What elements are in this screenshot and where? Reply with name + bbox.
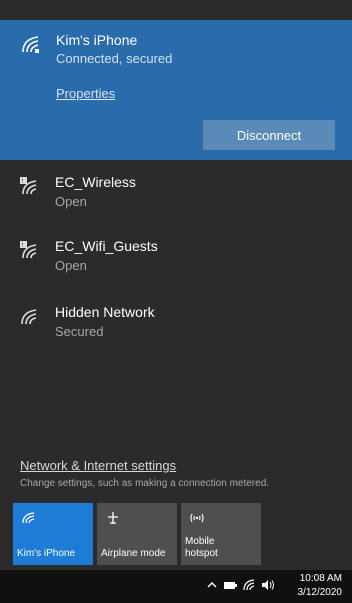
- battery-icon[interactable]: [223, 578, 237, 592]
- taskbar-clock[interactable]: 10:08 AM 3/12/2020: [298, 572, 343, 600]
- clock-time: 10:08 AM: [299, 573, 342, 584]
- taskbar: 10:08 AM 3/12/2020: [0, 570, 352, 603]
- hotspot-icon: [190, 513, 204, 523]
- connected-network-status: Connected, secured: [56, 51, 173, 66]
- connected-network-name: Kim's iPhone: [56, 32, 138, 48]
- svg-text:!: !: [22, 242, 24, 249]
- network-name: Hidden Network: [55, 304, 155, 320]
- quick-action-wifi-tile[interactable]: Kim's iPhone: [13, 503, 93, 565]
- quick-action-airplane-tile[interactable]: Airplane mode: [97, 503, 177, 565]
- network-name: EC_Wifi_Guests: [55, 238, 158, 254]
- network-settings-description: Change settings, such as making a connec…: [20, 478, 270, 489]
- chevron-up-icon[interactable]: [205, 578, 219, 592]
- quick-action-label: Kim's iPhone: [17, 548, 76, 559]
- wifi-open-icon: !: [20, 241, 37, 259]
- wifi-open-icon: !: [20, 177, 37, 195]
- quick-action-label: Airplane mode: [101, 548, 166, 559]
- network-status: Open: [55, 194, 87, 209]
- flyout-top-strip: [0, 0, 352, 20]
- network-name: EC_Wireless: [55, 174, 136, 190]
- connected-network-panel[interactable]: Kim's iPhone Connected, secured Properti…: [0, 20, 352, 160]
- airplane-icon: [108, 512, 118, 524]
- quick-action-label: Mobile hotspot: [185, 536, 218, 559]
- properties-link[interactable]: Properties: [56, 86, 115, 101]
- wifi-icon: [22, 36, 39, 53]
- quick-action-hotspot-tile[interactable]: Mobile hotspot: [181, 503, 261, 565]
- wifi-icon: [22, 512, 35, 524]
- wifi-icon: [21, 309, 37, 325]
- volume-icon[interactable]: [261, 578, 275, 592]
- network-flyout: Kim's iPhone Connected, secured Properti…: [0, 0, 352, 570]
- clock-date: 3/12/2020: [297, 587, 343, 598]
- network-item-ec-wireless[interactable]: ! EC_Wireless Open: [0, 172, 352, 228]
- network-item-ec-wifi-guests[interactable]: ! EC_Wifi_Guests Open: [0, 236, 352, 292]
- disconnect-button[interactable]: Disconnect: [203, 120, 335, 150]
- svg-text:!: !: [22, 178, 24, 185]
- network-status: Open: [55, 258, 87, 273]
- wifi-icon[interactable]: [242, 578, 256, 592]
- network-status: Secured: [55, 324, 104, 339]
- network-settings-link[interactable]: Network & Internet settings: [20, 458, 176, 473]
- network-item-hidden-network[interactable]: Hidden Network Secured: [0, 302, 352, 358]
